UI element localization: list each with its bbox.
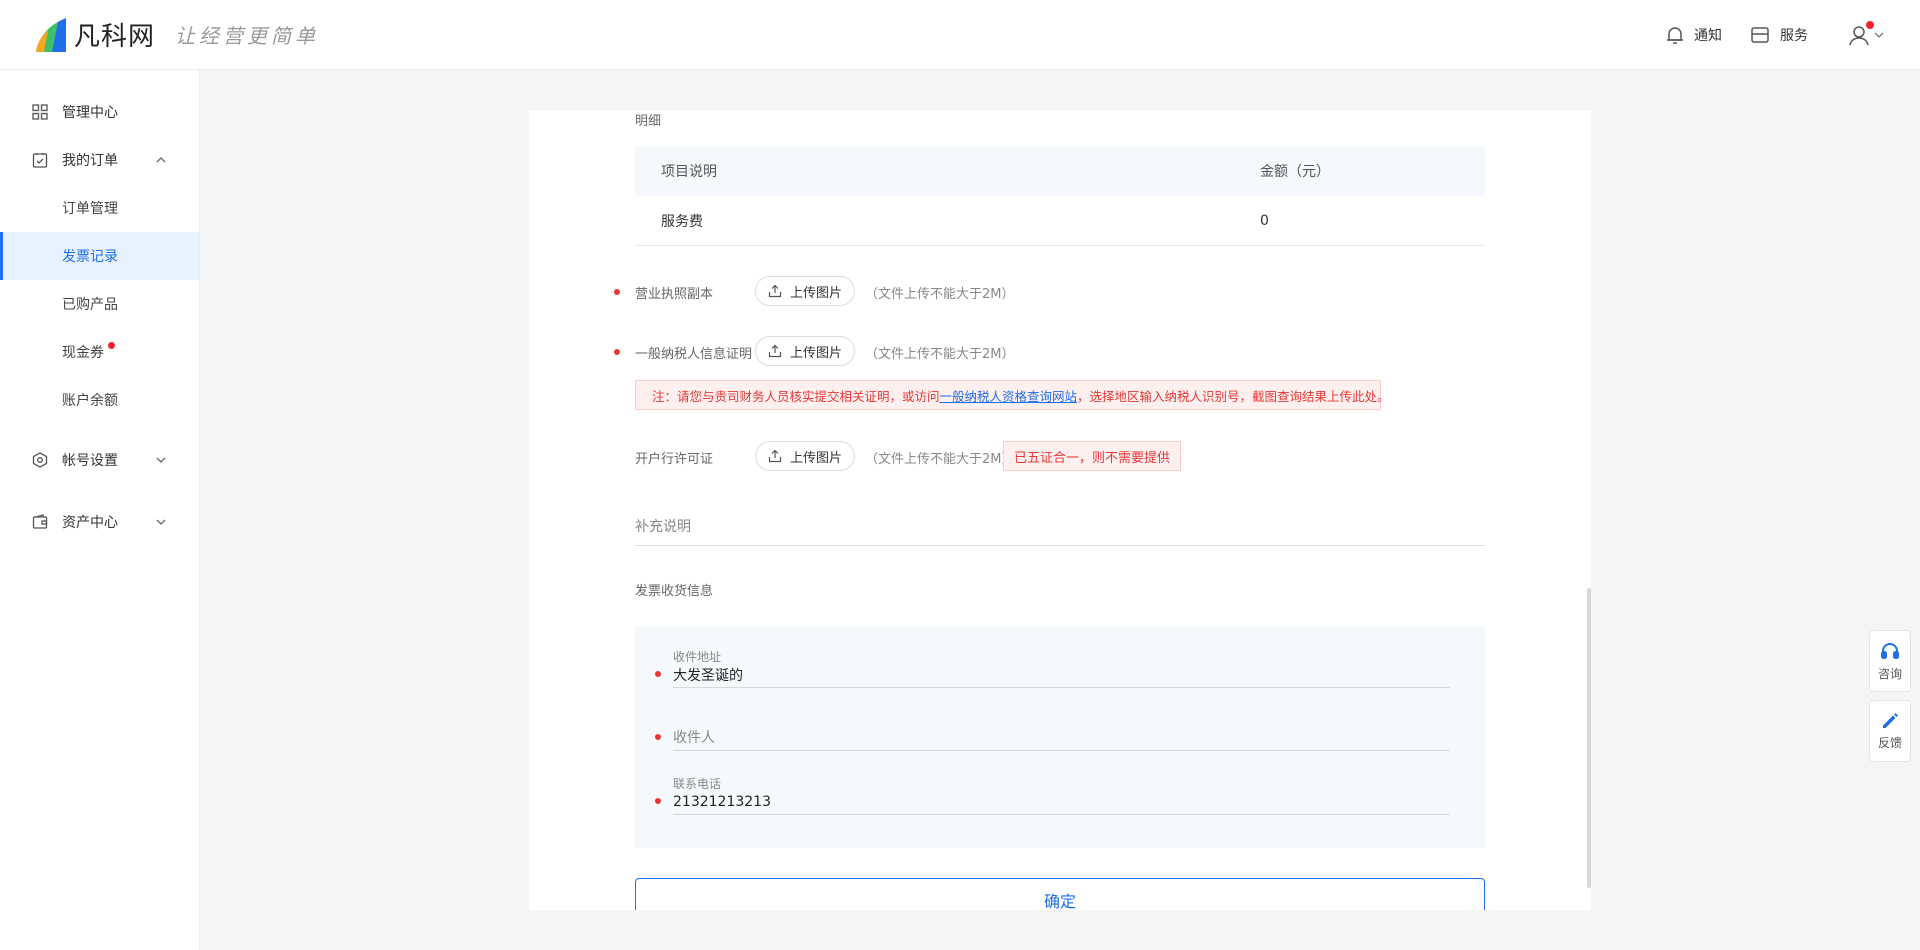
- upload-icon: [768, 344, 782, 358]
- sidebar-item-label: 账户余额: [62, 393, 118, 409]
- detail-section-label: 明细: [635, 114, 662, 129]
- upload-size-hint: （文件上传不能大于2M）: [865, 347, 1015, 362]
- brand-logo[interactable]: 凡科网 让经营更简单: [32, 14, 319, 54]
- brand-name: 凡科网: [74, 21, 156, 52]
- consult-label: 咨询: [1877, 666, 1902, 681]
- coupon-badge-dot: [108, 342, 115, 349]
- required-marker: [655, 798, 661, 804]
- supplement-input[interactable]: [635, 508, 1485, 546]
- user-alert-dot: [1866, 21, 1874, 29]
- bell-icon: [1667, 27, 1683, 44]
- recipient-input[interactable]: [673, 725, 1450, 751]
- sidebar-subitem-purchased-products[interactable]: 已购产品: [0, 280, 199, 328]
- grid-icon: [32, 104, 48, 120]
- sidebar-item-label: 资产中心: [62, 515, 118, 531]
- user-menu[interactable]: [1848, 21, 1884, 46]
- consult-button[interactable]: 咨询: [1869, 630, 1911, 692]
- sidebar-item-label: 我的订单: [62, 153, 118, 169]
- bank-permit-label: 开户行许可证: [635, 452, 714, 467]
- service-label: 服务: [1780, 28, 1808, 44]
- upload-button-label: 上传图片: [789, 285, 842, 301]
- upload-taxpayer-cert-button[interactable]: 上传图片: [755, 336, 855, 366]
- notice-suffix: ，选择地区输入纳税人识别号，截图查询结果上传此处。: [1077, 388, 1390, 404]
- sidebar-subitem-account-balance[interactable]: 账户余额: [0, 376, 199, 424]
- phone-input[interactable]: [673, 789, 1450, 815]
- notify-label: 通知: [1694, 28, 1722, 44]
- five-in-one-tag: 已五证合一，则不需要提供: [1003, 441, 1181, 471]
- confirm-button[interactable]: 确定: [635, 878, 1485, 910]
- sidebar-item-label: 帐号设置: [62, 453, 118, 469]
- logo-icon: [32, 14, 70, 54]
- column-header-amount: 金额（元）: [1260, 164, 1330, 180]
- shipping-info-box: 收件地址 联系电话: [635, 626, 1485, 848]
- top-header: 凡科网 让经营更简单 通知 服务: [0, 0, 1920, 70]
- sidebar-item-label: 现金券: [62, 345, 104, 361]
- upload-size-hint: （文件上传不能大于2M）: [865, 452, 1015, 467]
- pencil-icon: [1883, 712, 1898, 728]
- scrollbar[interactable]: [1587, 588, 1591, 888]
- sidebar-item-label: 发票记录: [62, 249, 118, 265]
- feedback-button[interactable]: 反馈: [1869, 700, 1911, 762]
- row-amount: 0: [1260, 212, 1269, 229]
- column-header-item: 项目说明: [661, 164, 717, 180]
- clipboard-check-icon: [32, 153, 48, 168]
- taxpayer-cert-label: 一般纳税人信息证明: [635, 347, 753, 362]
- upload-button-label: 上传图片: [789, 345, 842, 361]
- brand-slogan: 让经营更简单: [175, 23, 320, 48]
- sidebar-item-account-settings[interactable]: 帐号设置: [0, 436, 199, 484]
- sidebar-item-label: 已购产品: [62, 297, 118, 313]
- upload-icon: [768, 284, 782, 298]
- headset-icon: [1881, 642, 1899, 659]
- required-marker: [655, 734, 661, 740]
- sidebar: 管理中心 我的订单 订单管理 发票记录 已购产品 现金券 账户余额 帐号设置 资…: [0, 70, 200, 950]
- required-marker: [614, 349, 620, 355]
- wallet-icon: [32, 514, 48, 529]
- sidebar-subitem-invoice-records[interactable]: 发票记录: [0, 232, 199, 280]
- address-input[interactable]: [673, 662, 1450, 688]
- invoice-form-panel: 明细 项目说明 金额（元） 服务费 0 营业执照副本 上传图片 （文件上传不能大…: [529, 110, 1591, 910]
- upload-business-license-button[interactable]: 上传图片: [755, 276, 855, 306]
- sidebar-item-my-orders[interactable]: 我的订单: [0, 136, 199, 184]
- shipping-section-label: 发票收货信息: [635, 584, 714, 599]
- table-row: 服务费 0: [635, 196, 1485, 246]
- chevron-down-icon: [156, 519, 166, 525]
- chevron-up-icon: [156, 157, 166, 163]
- table-header: 项目说明 金额（元）: [635, 146, 1485, 196]
- sidebar-item-asset-center[interactable]: 资产中心: [0, 498, 199, 546]
- upload-icon: [768, 449, 782, 463]
- row-item: 服务费: [661, 213, 703, 230]
- sidebar-item-label: 管理中心: [62, 105, 118, 121]
- required-marker: [655, 671, 661, 677]
- sidebar-subitem-order-management[interactable]: 订单管理: [0, 184, 199, 232]
- header-actions: 通知 服务: [1638, 0, 1884, 70]
- chevron-down-icon: [1874, 32, 1884, 38]
- taxpayer-notice: 注：请您与贵司财务人员核实提交相关证明，或访问 一般纳税人资格查询网站 ，选择地区输…: [635, 380, 1390, 410]
- settings-hex-icon: [32, 452, 48, 468]
- sidebar-item-label: 订单管理: [62, 201, 118, 217]
- service-button[interactable]: 服务: [1750, 25, 1808, 45]
- sidebar-item-management-center[interactable]: 管理中心: [0, 88, 199, 136]
- business-license-label: 营业执照副本: [635, 287, 714, 302]
- chevron-down-icon: [156, 457, 166, 463]
- detail-table: 项目说明 金额（元） 服务费 0: [635, 146, 1485, 246]
- store-icon: [1751, 27, 1769, 43]
- notify-button[interactable]: 通知: [1666, 25, 1722, 45]
- upload-size-hint: （文件上传不能大于2M）: [865, 287, 1015, 302]
- sidebar-subitem-cash-coupons[interactable]: 现金券: [0, 328, 199, 376]
- taxpayer-query-link[interactable]: 一般纳税人资格查询网站: [940, 386, 1078, 405]
- feedback-label: 反馈: [1877, 735, 1902, 750]
- upload-button-label: 上传图片: [789, 450, 842, 466]
- required-marker: [614, 289, 620, 295]
- notice-prefix: 注：请您与贵司财务人员核实提交相关证明，或访问: [652, 388, 940, 404]
- upload-bank-permit-button[interactable]: 上传图片: [755, 441, 855, 471]
